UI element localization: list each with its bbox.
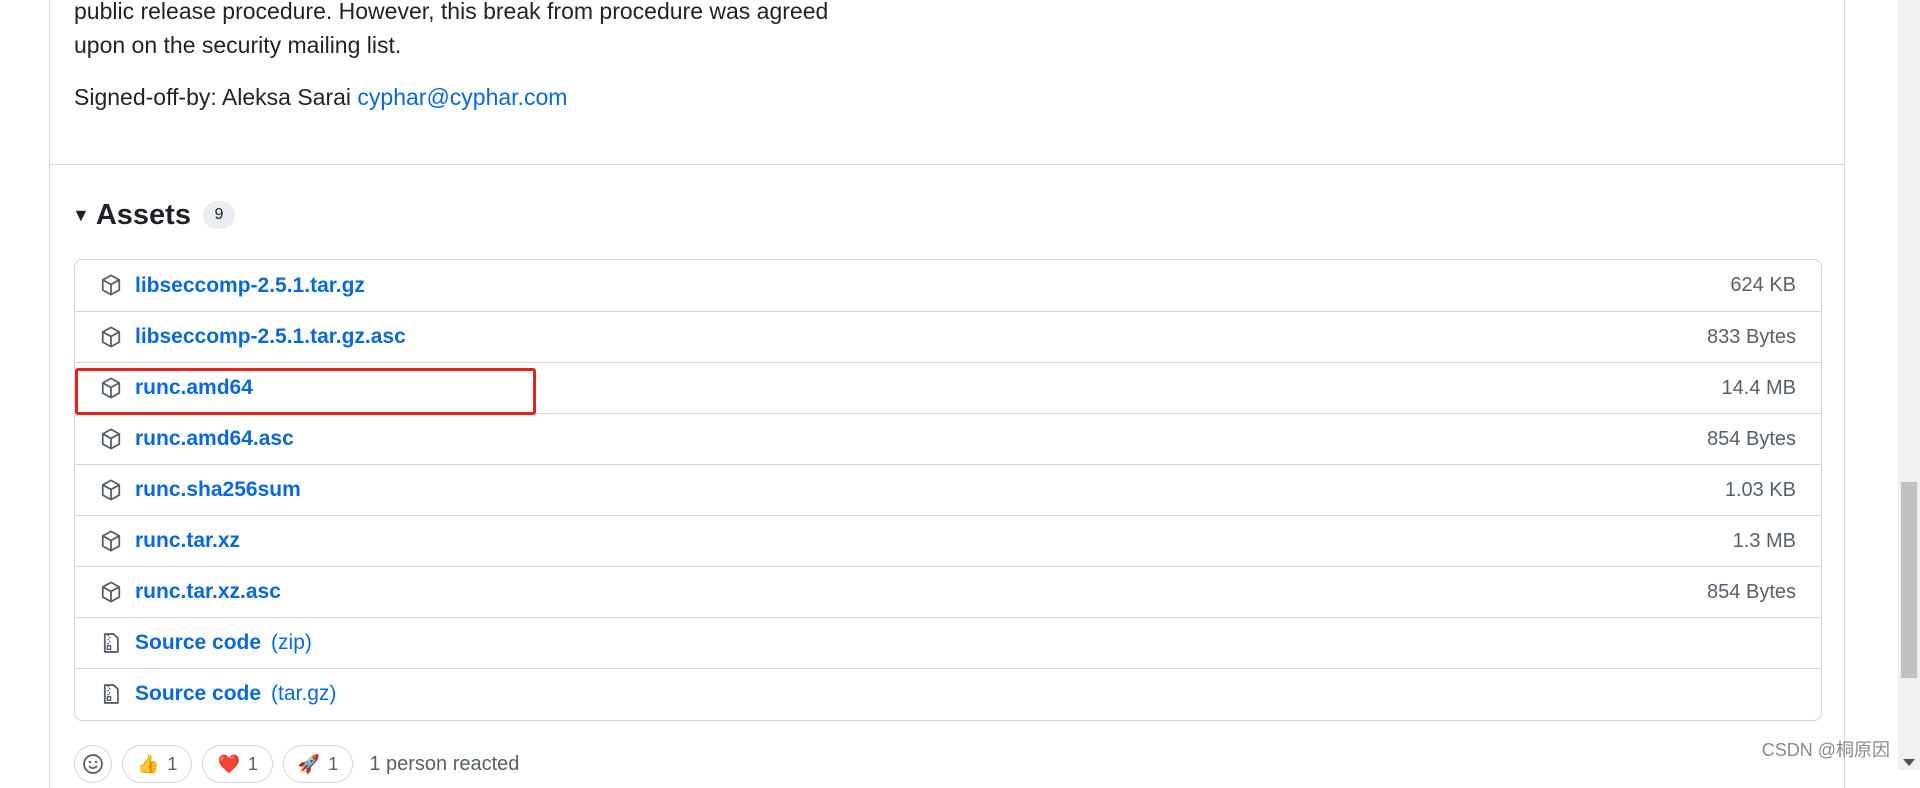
- reaction-count: 1: [328, 753, 339, 774]
- release-notes-body: public release procedure. However, this …: [74, 0, 828, 62]
- rocket-icon: 🚀: [297, 753, 321, 774]
- asset-name: libseccomp-2.5.1.tar.gz: [135, 273, 365, 297]
- signed-off-email-link[interactable]: cyphar@cyphar.com: [357, 84, 567, 110]
- asset-row: runc.tar.xz.asc 854 Bytes: [75, 566, 1821, 617]
- asset-size: 14.4 MB: [1721, 376, 1796, 399]
- assets-toggle[interactable]: ▼ Assets 9: [72, 194, 235, 236]
- caret-down-icon: ▼: [72, 204, 90, 225]
- asset-size: 833 Bytes: [1707, 325, 1796, 348]
- asset-row: Source code (zip): [75, 617, 1821, 668]
- asset-name: runc.tar.xz: [135, 529, 241, 552]
- asset-row: libseccomp-2.5.1.tar.gz 624 KB: [75, 260, 1821, 311]
- asset-size: 1.3 MB: [1732, 529, 1796, 552]
- asset-row: runc.tar.xz 1.3 MB: [75, 515, 1821, 566]
- reactions-bar: 👍 1 ❤️ 1 🚀 1 1 person reacted: [74, 744, 519, 784]
- assets-title: Assets: [95, 198, 191, 231]
- asset-link[interactable]: Source code (zip): [135, 631, 312, 655]
- heart-icon: ❤️: [217, 753, 240, 774]
- asset-row: runc.amd64.asc 854 Bytes: [75, 413, 1821, 464]
- assets-count-badge: 9: [202, 201, 235, 229]
- reaction-thumbs-up[interactable]: 👍 1: [122, 745, 193, 783]
- asset-size: 854 Bytes: [1707, 427, 1796, 450]
- release-notes-line: upon on the security mailing list.: [74, 32, 402, 58]
- release-notes-line: public release procedure. However, this …: [74, 0, 829, 24]
- package-icon: [100, 274, 122, 296]
- asset-name: runc.amd64.asc: [135, 427, 294, 450]
- asset-link[interactable]: libseccomp-2.5.1.tar.gz: [135, 274, 365, 298]
- reactions-summary: 1 person reacted: [369, 752, 520, 775]
- reaction-rocket[interactable]: 🚀 1: [282, 745, 354, 783]
- reaction-count: 1: [167, 753, 178, 774]
- asset-name: Source code: [135, 682, 262, 705]
- asset-name: runc.tar.xz.asc: [135, 580, 281, 603]
- asset-name: Source code: [135, 631, 262, 654]
- assets-list: libseccomp-2.5.1.tar.gz 624 KB libseccomp-…: [74, 259, 1822, 721]
- asset-link[interactable]: runc.amd64: [135, 376, 253, 400]
- package-icon: [100, 377, 122, 399]
- asset-name: runc.sha256sum: [135, 478, 301, 501]
- watermark: CSDN @桐原因: [1761, 740, 1890, 760]
- asset-link[interactable]: runc.tar.xz: [135, 529, 240, 553]
- package-icon: [100, 326, 122, 348]
- asset-name: runc.amd64: [135, 376, 253, 399]
- reaction-heart[interactable]: ❤️ 1: [202, 745, 273, 783]
- reaction-count: 1: [247, 753, 258, 774]
- asset-size: 624 KB: [1730, 274, 1796, 296]
- vertical-scrollbar[interactable]: [1898, 0, 1920, 770]
- asset-link[interactable]: libseccomp-2.5.1.tar.gz.asc: [135, 325, 406, 349]
- asset-row: Source code (tar.gz): [75, 668, 1821, 719]
- scroll-down-arrow-icon[interactable]: [1903, 759, 1915, 766]
- add-reaction-button[interactable]: [74, 745, 112, 783]
- scrollbar-thumb[interactable]: [1901, 482, 1917, 678]
- asset-size: 854 Bytes: [1707, 580, 1796, 603]
- asset-link[interactable]: Source code (tar.gz): [135, 682, 336, 706]
- asset-format: (tar.gz): [271, 682, 337, 705]
- asset-row: runc.amd64 14.4 MB: [75, 362, 1821, 413]
- asset-link[interactable]: runc.tar.xz.asc: [135, 580, 281, 604]
- smiley-icon: [83, 754, 103, 774]
- asset-link[interactable]: runc.sha256sum: [135, 478, 301, 502]
- file-zip-icon: [100, 683, 122, 705]
- package-icon: [100, 479, 122, 501]
- asset-format: (zip): [271, 631, 312, 654]
- asset-link[interactable]: runc.amd64.asc: [135, 427, 294, 451]
- file-zip-icon: [100, 632, 122, 654]
- thumbs-up-icon: 👍: [137, 753, 160, 774]
- asset-row: runc.sha256sum 1.03 KB: [75, 464, 1821, 515]
- package-icon: [100, 530, 122, 552]
- asset-name: libseccomp-2.5.1.tar.gz.asc: [135, 325, 406, 348]
- asset-row: libseccomp-2.5.1.tar.gz.asc 833 Bytes: [75, 311, 1821, 362]
- package-icon: [100, 428, 122, 450]
- asset-size: 1.03 KB: [1724, 478, 1796, 501]
- package-icon: [100, 581, 122, 603]
- signed-off-line: Signed-off-by: Aleksa Sarai cyphar@cypha…: [74, 84, 567, 111]
- card-divider: [49, 164, 1845, 165]
- signed-off-text: Signed-off-by: Aleksa Sarai: [74, 84, 358, 110]
